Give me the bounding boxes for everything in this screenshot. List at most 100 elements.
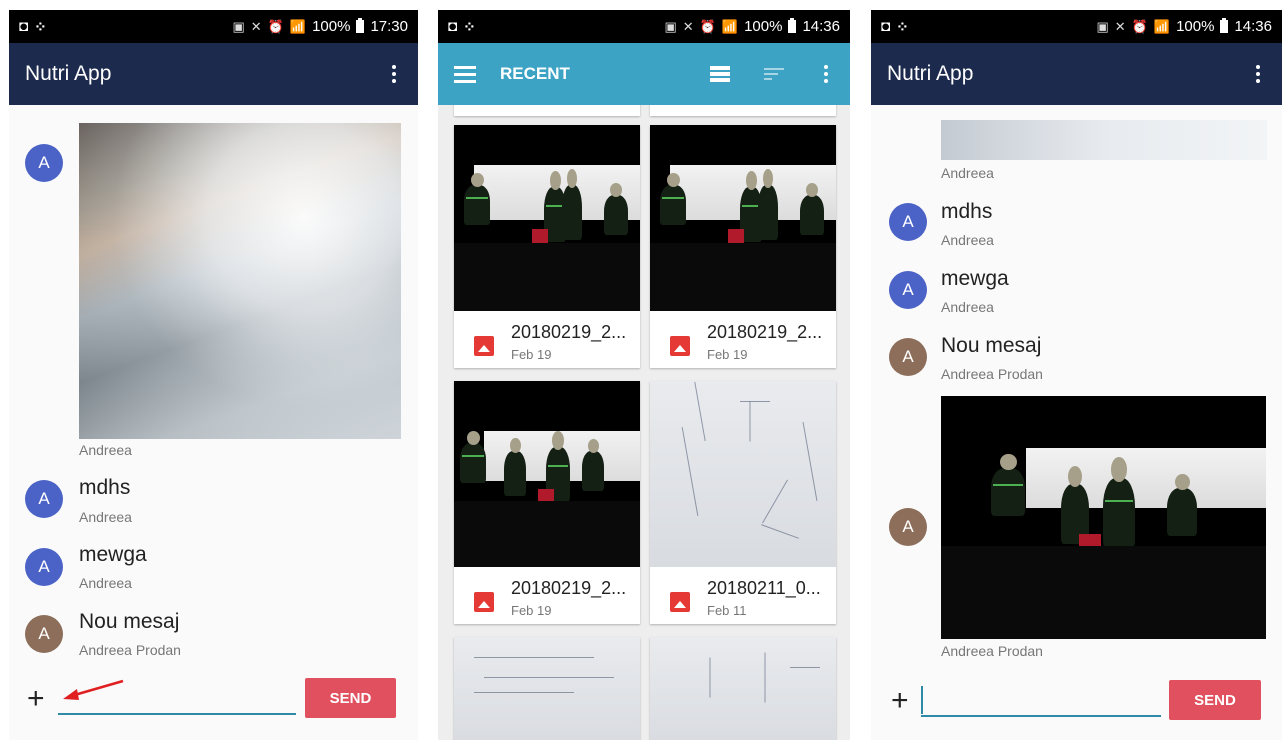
add-attachment-button[interactable]: + — [891, 686, 909, 716]
alarm-icon: ⏰ — [267, 18, 284, 34]
avatar: A — [25, 480, 63, 518]
avatar: A — [25, 615, 63, 653]
file-date: Feb 19 — [511, 603, 552, 618]
image-file-icon — [474, 336, 494, 356]
phone-screen-file-picker: ◘ ⁘ ▣ ✕ ⏰ 📶 100% 14:36 RECENT 20180219_2… — [438, 10, 850, 740]
message-text: Nou mesaj — [941, 334, 1042, 357]
file-thumbnail — [650, 125, 836, 311]
text-cursor — [921, 686, 923, 714]
file-tile[interactable]: 20180219_2... Feb 19 — [454, 125, 640, 368]
file-thumbnail — [454, 637, 640, 740]
nfc-icon: ▣ — [1096, 18, 1109, 34]
wifi-signal-icon: 📶 — [289, 18, 307, 34]
overflow-menu-icon[interactable] — [818, 65, 834, 83]
app-bar: RECENT — [438, 43, 850, 105]
mute-icon: ✕ — [682, 18, 694, 34]
file-tile[interactable]: 20180219_2... Feb 19 — [650, 125, 836, 368]
alarm-icon: ⏰ — [699, 18, 716, 34]
message-author: Andreea — [79, 442, 132, 458]
avatar: A — [889, 508, 927, 546]
mute-icon: ✕ — [1114, 18, 1126, 34]
apps-icon: ⁘ — [896, 18, 909, 36]
overflow-menu-icon[interactable] — [386, 65, 402, 83]
file-tile[interactable]: 20180211_0... Feb 11 — [650, 381, 836, 624]
message-text: mdhs — [79, 476, 131, 499]
message-author: Andreea — [941, 232, 994, 248]
sort-icon[interactable] — [764, 68, 784, 80]
battery-percent: 100% — [1176, 18, 1215, 35]
image-file-icon — [670, 336, 690, 356]
app-bar: Nutri App — [9, 43, 418, 105]
file-name: 20180219_2... — [511, 322, 627, 342]
add-attachment-button[interactable]: + — [27, 684, 45, 714]
file-date: Feb 11 — [707, 603, 747, 618]
notification-icon: ◘ — [881, 18, 891, 35]
status-time: 14:36 — [802, 18, 840, 35]
send-button[interactable]: SEND — [305, 678, 396, 718]
avatar: A — [889, 338, 927, 376]
overflow-menu-icon[interactable] — [1250, 65, 1266, 83]
nfc-icon: ▣ — [232, 18, 245, 34]
file-thumbnail — [650, 381, 836, 567]
file-date: Feb 19 — [511, 347, 552, 362]
phone-screen-chat-2: ◘ ⁘ ▣ ✕ ⏰ 📶 100% 14:36 Nutri App Andreea … — [871, 10, 1282, 740]
status-time: 14:36 — [1234, 18, 1272, 35]
message-image[interactable] — [941, 396, 1266, 639]
apps-icon: ⁘ — [34, 18, 47, 36]
battery-percent: 100% — [312, 18, 351, 35]
wifi-signal-icon: 📶 — [1153, 18, 1171, 34]
status-bar: ◘ ⁘ ▣ ✕ ⏰ 📶 100% 17:30 — [9, 10, 418, 43]
battery-percent: 100% — [744, 18, 783, 35]
message-text: mdhs — [941, 200, 993, 223]
battery-icon — [788, 18, 797, 33]
status-bar: ◘ ⁘ ▣ ✕ ⏰ 📶 100% 14:36 — [871, 10, 1282, 43]
image-file-icon — [474, 592, 494, 612]
avatar: A — [889, 271, 927, 309]
apps-icon: ⁘ — [463, 18, 476, 36]
message-input[interactable] — [58, 713, 296, 715]
message-author: Andreea — [79, 575, 132, 591]
message-composer: + SEND — [9, 674, 418, 730]
avatar: A — [25, 144, 63, 182]
mute-icon: ✕ — [250, 18, 262, 34]
file-thumbnail — [454, 125, 640, 311]
avatar: A — [25, 548, 63, 586]
list-view-icon[interactable] — [710, 66, 730, 82]
file-thumbnail — [650, 637, 836, 740]
notification-icon: ◘ — [19, 18, 29, 35]
annotation-arrow-icon — [63, 679, 124, 700]
file-name: 20180211_0... — [707, 578, 821, 598]
send-button[interactable]: SEND — [1169, 680, 1261, 720]
page-title: RECENT — [500, 64, 570, 83]
message-author: Andreea Prodan — [941, 366, 1043, 382]
avatar: A — [889, 203, 927, 241]
message-author: Andreea — [79, 509, 132, 525]
status-bar: ◘ ⁘ ▣ ✕ ⏰ 📶 100% 14:36 — [438, 10, 850, 43]
message-text: mewga — [941, 267, 1009, 290]
file-tile[interactable]: 20180219_2... Feb 19 — [454, 381, 640, 624]
message-text: Nou mesaj — [79, 610, 180, 633]
app-title: Nutri App — [25, 62, 112, 85]
app-title: Nutri App — [887, 62, 974, 85]
message-composer: + SEND — [871, 674, 1282, 730]
message-image[interactable] — [79, 123, 401, 439]
message-author: Andreea — [941, 165, 994, 181]
app-bar: Nutri App — [871, 43, 1282, 105]
battery-icon — [1220, 18, 1229, 33]
nfc-icon: ▣ — [664, 18, 677, 34]
alarm-icon: ⏰ — [1131, 18, 1148, 34]
phone-screen-chat-1: ◘ ⁘ ▣ ✕ ⏰ 📶 100% 17:30 Nutri App A Andree… — [9, 10, 418, 740]
message-image[interactable] — [941, 120, 1267, 160]
battery-icon — [356, 18, 365, 33]
hamburger-menu-icon[interactable] — [454, 65, 476, 83]
file-name: 20180219_2... — [511, 578, 627, 598]
file-tile[interactable] — [454, 637, 640, 740]
file-tile[interactable] — [650, 637, 836, 740]
message-input[interactable] — [921, 715, 1161, 717]
notification-icon: ◘ — [448, 18, 458, 35]
wifi-signal-icon: 📶 — [721, 18, 739, 34]
message-author: Andreea — [941, 299, 994, 315]
file-thumbnail — [454, 381, 640, 567]
file-name: 20180219_2... — [707, 322, 823, 342]
image-file-icon — [670, 592, 690, 612]
